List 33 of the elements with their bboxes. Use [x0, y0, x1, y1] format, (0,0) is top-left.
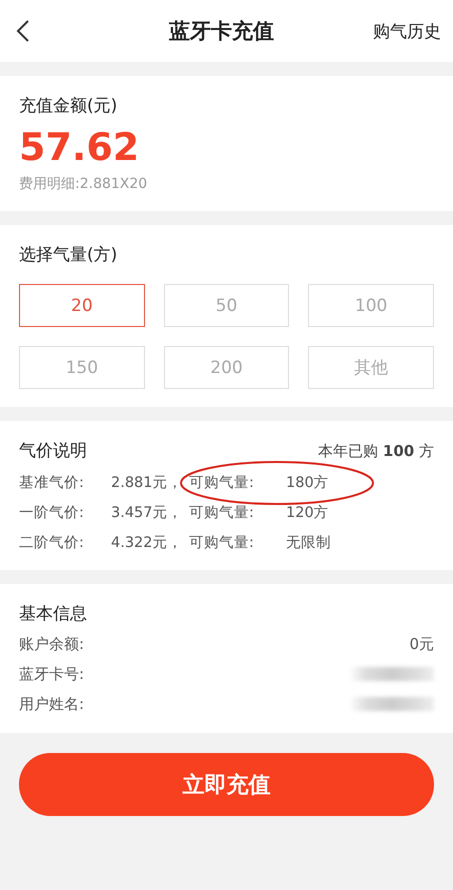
- history-link[interactable]: 购气历史: [373, 20, 441, 42]
- price-label: 基准气价:: [19, 474, 85, 492]
- quota-label: 可购气量:: [189, 474, 255, 492]
- volume-option[interactable]: 50: [164, 284, 290, 327]
- price-label: 一阶气价:: [19, 504, 85, 522]
- volume-option[interactable]: 20: [19, 284, 145, 327]
- quota-value: 180方: [286, 474, 330, 492]
- price-title: 气价说明: [19, 440, 87, 462]
- info-label: 蓝牙卡号:: [19, 664, 84, 684]
- quota-label: 可购气量:: [189, 534, 255, 552]
- price-value: 2.881元，: [111, 474, 184, 492]
- price-value: 4.322元，: [111, 534, 184, 552]
- price-label: 二阶气价:: [19, 534, 85, 552]
- back-icon[interactable]: [16, 19, 30, 43]
- volume-option[interactable]: 150: [19, 346, 145, 389]
- yearly-purchase: 本年已购 100 方: [318, 442, 434, 461]
- fee-detail: 费用明细:2.881X20: [19, 175, 148, 193]
- volume-option[interactable]: 200: [164, 346, 290, 389]
- info-title: 基本信息: [19, 603, 88, 625]
- page-title: 蓝牙卡充值: [168, 18, 275, 45]
- info-value: 0元: [409, 634, 434, 654]
- volume-option[interactable]: 其他: [308, 346, 434, 389]
- info-label: 账户余额:: [19, 634, 84, 654]
- quota-value: 120方: [286, 504, 330, 522]
- recharge-button[interactable]: 立即充值: [19, 753, 434, 816]
- info-label: 用户姓名:: [19, 694, 84, 714]
- amount-value: 57.62: [19, 125, 140, 169]
- quota-label: 可购气量:: [189, 504, 255, 522]
- volume-label: 选择气量(方): [19, 244, 118, 266]
- amount-label: 充值金额(元): [19, 95, 118, 117]
- volume-option[interactable]: 100: [308, 284, 434, 327]
- quota-value: 无限制: [286, 534, 332, 552]
- price-value: 3.457元，: [111, 504, 184, 522]
